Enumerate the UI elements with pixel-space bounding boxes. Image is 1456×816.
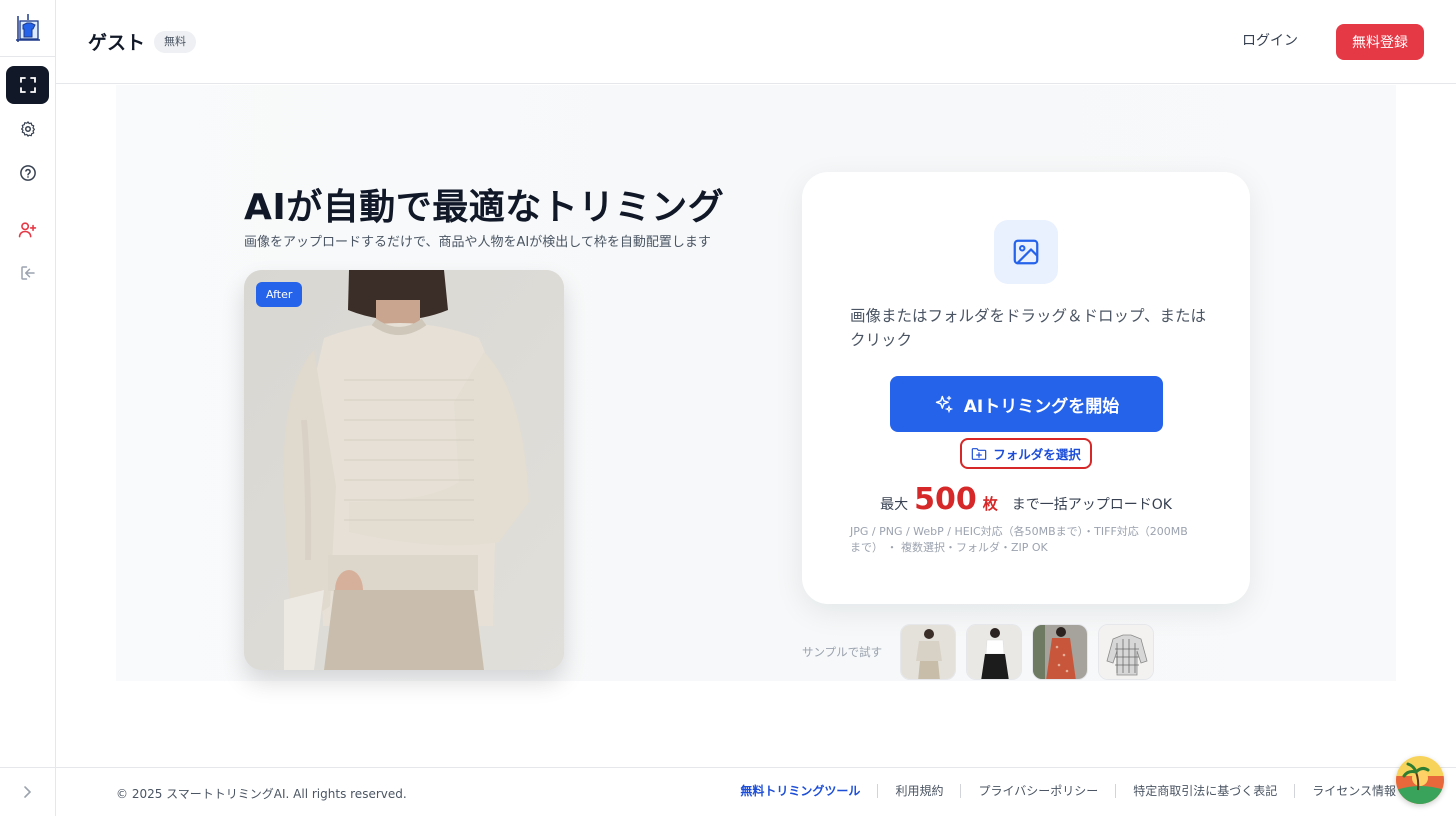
footer: © 2025 スマートトリミングAI. All rights reserved.… <box>56 767 1456 816</box>
copyright: © 2025 スマートトリミングAI. All rights reserved. <box>116 787 407 801</box>
sweater-model-image <box>244 270 564 670</box>
upload-limit: 最大 500 枚 まで一括アップロードOK <box>802 482 1250 517</box>
user-name: ゲスト <box>88 32 146 54</box>
footer-link-free-tool[interactable]: 無料トリミングツール <box>723 784 877 798</box>
image-icon <box>994 220 1058 284</box>
sidebar-item-login[interactable] <box>6 254 49 292</box>
help-circle-icon <box>19 165 36 181</box>
sidebar-item-settings[interactable] <box>6 110 49 148</box>
plan-badge: 無料 <box>154 31 196 53</box>
sidebar-bottom-divider <box>0 767 55 768</box>
sidebar <box>0 0 56 816</box>
tropical-island-icon <box>1396 756 1444 804</box>
sign-in-icon <box>20 266 35 280</box>
chevron-right-icon <box>24 786 32 798</box>
supported-formats: JPG / PNG / WebP / HEIC対応（各50MBまで）・TIFF対… <box>850 525 1188 554</box>
limit-number: 500 <box>914 482 977 517</box>
sample-thumbnail[interactable] <box>966 624 1023 680</box>
crop-frame-icon <box>19 77 36 93</box>
sidebar-divider <box>0 56 55 57</box>
footer-link-terms[interactable]: 利用規約 <box>877 784 960 798</box>
login-button[interactable]: ログイン <box>1242 30 1298 50</box>
support-chat-button[interactable] <box>1396 756 1444 804</box>
limit-suffix: まで一括アップロードOK <box>1011 497 1172 513</box>
sample-thumbnail[interactable] <box>1032 624 1089 680</box>
sidebar-item-signup[interactable] <box>6 210 49 248</box>
sidebar-item-trim[interactable] <box>6 66 49 104</box>
signup-button[interactable]: 無料登録 <box>1336 24 1424 60</box>
footer-link-privacy[interactable]: プライバシーポリシー <box>960 784 1115 798</box>
top-header: ゲスト 無料 ログイン 無料登録 <box>56 0 1456 84</box>
after-example-photo: After <box>244 270 564 670</box>
footer-links: 無料トリミングツール 利用規約 プライバシーポリシー 特定商取引法に基づく表記 … <box>723 784 1396 798</box>
footer-link-license[interactable]: ライセンス情報 <box>1294 784 1396 798</box>
start-ai-trimming-button[interactable]: AIトリミングを開始 <box>890 376 1163 432</box>
hero-subtitle: 画像をアップロードするだけで、商品や人物をAIが検出して枠を自動配置します <box>244 235 711 250</box>
upload-dropzone[interactable]: 画像またはフォルダをドラッグ＆ドロップ、またはクリック AIトリミングを開始 フ… <box>802 172 1250 604</box>
select-folder-button[interactable]: フォルダを選択 <box>960 438 1092 469</box>
sample-thumbnail[interactable] <box>900 624 957 680</box>
sample-thumbnail[interactable] <box>1098 624 1155 680</box>
add-user-icon <box>18 221 37 237</box>
samples-label: サンプルで試す <box>802 645 883 659</box>
sidebar-item-help[interactable] <box>6 154 49 192</box>
footer-link-commerce-law[interactable]: 特定商取引法に基づく表記 <box>1115 784 1294 798</box>
folder-button-label: フォルダを選択 <box>993 447 1081 462</box>
dropzone-instructions: 画像またはフォルダをドラッグ＆ドロップ、またはクリック <box>850 307 1207 349</box>
after-badge: After <box>256 282 303 307</box>
sidebar-expand-button[interactable] <box>18 782 38 802</box>
start-button-label: AIトリミングを開始 <box>963 396 1120 417</box>
sparkles-icon <box>935 395 953 414</box>
gear-icon <box>20 121 35 137</box>
limit-prefix: 最大 <box>880 497 909 513</box>
sample-images: サンプルで試す <box>802 624 1155 680</box>
app-logo-icon[interactable] <box>14 12 42 44</box>
limit-unit: 枚 <box>982 495 998 513</box>
hero-title: AIが自動で最適なトリミング <box>244 187 725 228</box>
folder-icon <box>971 447 987 460</box>
